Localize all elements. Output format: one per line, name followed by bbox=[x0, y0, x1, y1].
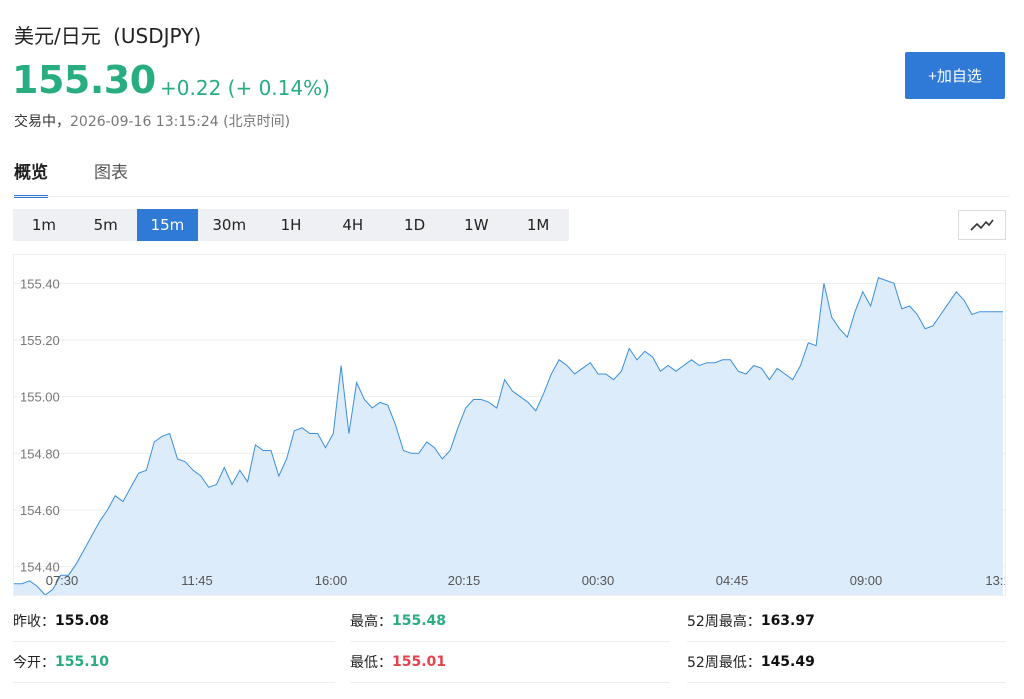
stats-row-1: 昨收： 155.08 最高： 155.48 52周最高： 163.97 bbox=[13, 601, 1006, 642]
stat-open-value: 155.10 bbox=[55, 654, 110, 670]
stat-low: 最低： 155.01 bbox=[350, 642, 670, 683]
stat-high-label: 最高： bbox=[350, 614, 392, 630]
stat-low-value: 155.01 bbox=[392, 654, 447, 670]
x-tick-label: 13:1 bbox=[985, 573, 1005, 588]
chart-type-button[interactable] bbox=[958, 210, 1006, 240]
y-tick-label: 155.20 bbox=[20, 333, 60, 348]
stat-52w-low: 52周最低： 145.49 bbox=[687, 642, 1006, 683]
status-label: 交易中， bbox=[14, 114, 70, 130]
timeframe-1m[interactable]: 1m bbox=[13, 209, 75, 241]
timeframe-30m[interactable]: 30m bbox=[198, 209, 260, 241]
current-price: 155.30 bbox=[12, 58, 156, 102]
price-chart-svg: 155.40155.20155.00154.80154.60154.40154.… bbox=[14, 276, 1005, 595]
y-tick-label: 155.40 bbox=[20, 276, 60, 291]
y-tick-label: 154.60 bbox=[20, 503, 60, 518]
y-tick-label: 154.80 bbox=[20, 446, 60, 461]
stat-open-label: 今开： bbox=[13, 655, 55, 671]
x-tick-label: 11:45 bbox=[181, 573, 213, 588]
y-tick-label: 155.00 bbox=[20, 390, 60, 405]
price-change: +0.22 (+ 0.14%) bbox=[160, 76, 330, 100]
x-tick-label: 16:00 bbox=[315, 573, 348, 588]
instrument-title: 美元/日元 (USDJPY) bbox=[14, 20, 201, 49]
add-to-watchlist-button[interactable]: +加自选 bbox=[905, 52, 1005, 99]
stat-prev-close-value: 155.08 bbox=[55, 613, 110, 629]
stat-open: 今开： 155.10 bbox=[13, 642, 335, 683]
stat-high-value: 155.48 bbox=[392, 613, 447, 629]
status-timestamp: 2026-09-16 13:15:24 (北京时间) bbox=[70, 114, 291, 130]
x-tick-label: 04:45 bbox=[716, 573, 749, 588]
stat-low-label: 最低： bbox=[350, 655, 392, 671]
instrument-code: (USDJPY) bbox=[113, 24, 202, 48]
tab-chart[interactable]: 图表 bbox=[94, 158, 128, 198]
trading-status: 交易中，2026-09-16 13:15:24 (北京时间) bbox=[14, 111, 290, 131]
stat-prev-close-label: 昨收： bbox=[13, 614, 55, 630]
line-chart-icon bbox=[970, 219, 994, 231]
tab-bar: 概览 图表 bbox=[14, 158, 128, 198]
tab-divider bbox=[14, 196, 1010, 197]
timeframe-1d[interactable]: 1D bbox=[384, 209, 446, 241]
x-tick-label: 09:00 bbox=[850, 573, 883, 588]
timeframe-4h[interactable]: 4H bbox=[322, 209, 384, 241]
timeframe-1mo[interactable]: 1M bbox=[507, 209, 569, 241]
stat-52w-high: 52周最高： 163.97 bbox=[687, 601, 1006, 642]
x-tick-label: 00:30 bbox=[582, 573, 615, 588]
stat-high: 最高： 155.48 bbox=[350, 601, 670, 642]
timeframe-selector: 1m 5m 15m 30m 1H 4H 1D 1W 1M bbox=[13, 209, 569, 241]
instrument-name: 美元/日元 bbox=[14, 24, 101, 48]
stat-52w-high-label: 52周最高： bbox=[687, 614, 761, 630]
timeframe-5m[interactable]: 5m bbox=[75, 209, 137, 241]
stat-52w-high-value: 163.97 bbox=[760, 613, 815, 629]
price-chart[interactable]: 155.40155.20155.00154.80154.60154.40154.… bbox=[13, 254, 1006, 596]
x-tick-label: 20:15 bbox=[448, 573, 481, 588]
stat-52w-low-value: 145.49 bbox=[760, 654, 815, 670]
tab-overview[interactable]: 概览 bbox=[14, 158, 48, 198]
stats-row-2: 今开： 155.10 最低： 155.01 52周最低： 145.49 bbox=[13, 642, 1006, 683]
x-tick-label: 07:30 bbox=[46, 573, 79, 588]
timeframe-1h[interactable]: 1H bbox=[260, 209, 322, 241]
stat-prev-close: 昨收： 155.08 bbox=[13, 601, 335, 642]
stat-52w-low-label: 52周最低： bbox=[687, 655, 761, 671]
timeframe-1w[interactable]: 1W bbox=[445, 209, 507, 241]
timeframe-15m[interactable]: 15m bbox=[136, 209, 199, 241]
